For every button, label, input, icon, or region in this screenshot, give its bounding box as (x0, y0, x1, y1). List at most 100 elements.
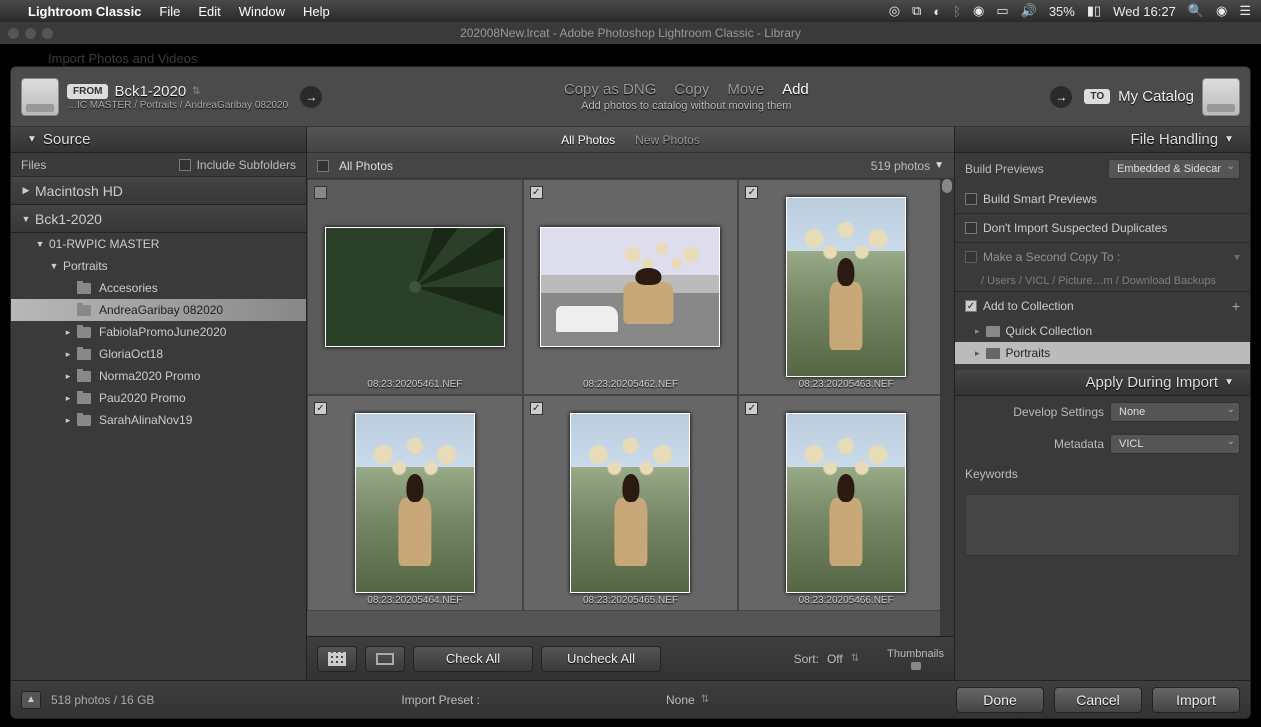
thumbnail-cell[interactable]: ✓08:23:20205466.NEF (738, 395, 954, 611)
display-icon[interactable]: ▭ (996, 3, 1008, 19)
apply-during-import-header[interactable]: Apply During Import ▼ (955, 370, 1250, 396)
tab-move[interactable]: Move (727, 81, 764, 98)
battery-icon[interactable]: ▮▯ (1087, 3, 1101, 19)
thumbnail-image[interactable] (540, 227, 720, 347)
menu-edit[interactable]: Edit (198, 4, 220, 19)
dropbox-icon[interactable]: ⧉ (912, 3, 921, 19)
include-subfolders-label[interactable]: Include Subfolders (197, 158, 296, 172)
thumbnail-checkbox[interactable]: ✓ (530, 402, 543, 415)
thumbnail-image[interactable] (786, 413, 906, 593)
add-collection-label[interactable]: Add to Collection (983, 299, 1074, 313)
bluetooth-icon[interactable]: ᛒ (953, 4, 961, 19)
chevron-updown-icon[interactable]: ⇅ (192, 86, 200, 97)
tab-new-photos[interactable]: New Photos (635, 133, 700, 147)
volume-macintosh-hd[interactable]: ▶ Macintosh HD (11, 177, 306, 205)
thumbnail-cell[interactable]: ✓08:23:20205462.NEF (523, 179, 739, 395)
to-section[interactable]: TO My Catalog (1084, 78, 1240, 116)
sync-icon[interactable]: ◐ (933, 4, 941, 19)
clock[interactable]: Wed 16:27 (1113, 4, 1176, 19)
done-button[interactable]: Done (956, 687, 1044, 713)
catalog-drive-icon (1202, 78, 1240, 116)
vertical-scrollbar[interactable] (940, 179, 954, 636)
folder-accesories[interactable]: Accesories (11, 277, 306, 299)
keywords-input[interactable] (965, 494, 1240, 556)
folder-andreagaribay[interactable]: AndreaGaribay 082020 (11, 299, 306, 321)
tab-copy-dng[interactable]: Copy as DNG (564, 81, 657, 98)
menu-help[interactable]: Help (303, 4, 330, 19)
thumbnail-image[interactable] (325, 227, 505, 347)
thumbnail-cell[interactable]: ✓08:23:20205465.NEF (523, 395, 739, 611)
spotlight-icon[interactable]: 🔍 (1188, 3, 1204, 19)
collection-portraits[interactable]: ▸ Portraits (955, 342, 1250, 364)
triangle-down-icon[interactable]: ▾ (1234, 250, 1240, 264)
thumbnail-image[interactable] (570, 413, 690, 593)
thumbnail-checkbox[interactable]: ✓ (314, 402, 327, 415)
triangle-right-icon: ▸ (975, 348, 980, 359)
menu-file[interactable]: File (159, 4, 180, 19)
collection-quick[interactable]: ▸ Quick Collection (955, 320, 1250, 342)
thumbnail-checkbox[interactable]: ✓ (314, 186, 327, 199)
import-preset-value[interactable]: None (666, 693, 695, 707)
thumbnail-filename: 08:23:20205463.NEF (739, 379, 953, 390)
include-subfolders-checkbox[interactable] (179, 159, 191, 171)
from-volume[interactable]: Bck1-2020 (114, 83, 186, 100)
source-header[interactable]: ▼ Source (11, 127, 306, 153)
uncheck-all-button[interactable]: Uncheck All (541, 646, 661, 672)
folder-norma[interactable]: ▸ Norma2020 Promo (11, 365, 306, 387)
build-smart-label[interactable]: Build Smart Previews (983, 192, 1097, 206)
cc-icon[interactable]: ◎ (889, 3, 900, 19)
thumbnail-image[interactable] (355, 413, 475, 593)
build-smart-checkbox[interactable] (965, 193, 977, 205)
tab-add[interactable]: Add (782, 81, 809, 98)
files-label[interactable]: Files (21, 158, 46, 172)
wifi-icon[interactable]: ◉ (973, 3, 984, 19)
chevron-updown-icon[interactable]: ⇅ (701, 694, 709, 705)
volume-bck1-2020[interactable]: ▼ Bck1-2020 (11, 205, 306, 233)
thumbnail-image[interactable] (786, 197, 906, 377)
folder-pau[interactable]: ▸ Pau2020 Promo (11, 387, 306, 409)
develop-settings-dropdown[interactable]: None (1110, 402, 1240, 422)
skip-duplicates-checkbox[interactable] (965, 222, 977, 234)
select-all-checkbox[interactable] (317, 160, 329, 172)
siri-icon[interactable]: ◉ (1216, 3, 1227, 19)
second-copy-label[interactable]: Make a Second Copy To : (983, 250, 1120, 264)
import-button[interactable]: Import (1152, 687, 1240, 713)
add-collection-checkbox[interactable]: ✓ (965, 300, 977, 312)
expand-button[interactable]: ▲ (21, 691, 41, 709)
folder-sarah[interactable]: ▸ SarahAlinaNov19 (11, 409, 306, 431)
grid-view-button[interactable] (317, 646, 357, 672)
cancel-button[interactable]: Cancel (1054, 687, 1142, 713)
folder-rwpic-master[interactable]: ▼ 01-RWPIC MASTER (11, 233, 306, 255)
sort-value[interactable]: Off (827, 652, 843, 666)
skip-duplicates-label[interactable]: Don't Import Suspected Duplicates (983, 221, 1167, 235)
tab-all-photos[interactable]: All Photos (561, 133, 615, 147)
volume-icon[interactable]: 🔊 (1021, 3, 1037, 19)
plus-icon[interactable]: + (1232, 298, 1240, 314)
metadata-dropdown[interactable]: VICL (1110, 434, 1240, 454)
thumbnail-size-control[interactable]: Thumbnails (887, 648, 944, 670)
triangle-down-icon[interactable]: ▼ (934, 160, 944, 171)
thumbnail-checkbox[interactable]: ✓ (745, 186, 758, 199)
menu-window[interactable]: Window (239, 4, 285, 19)
second-copy-checkbox[interactable] (965, 251, 977, 263)
chevron-updown-icon[interactable]: ⇅ (851, 653, 859, 664)
folder-fabiola[interactable]: ▸ FabiolaPromoJune2020 (11, 321, 306, 343)
thumbnail-cell[interactable]: ✓08:23:20205464.NEF (307, 395, 523, 611)
folder-gloria[interactable]: ▸ GloriaOct18 (11, 343, 306, 365)
thumbnail-cell[interactable]: ✓08:23:20205461.NEF (307, 179, 523, 395)
from-section[interactable]: FROM Bck1-2020 ⇅ …IC MASTER / Portraits … (21, 78, 288, 116)
notification-icon[interactable]: ☰ (1239, 3, 1251, 19)
thumbnail-checkbox[interactable]: ✓ (530, 186, 543, 199)
thumbnail-cell[interactable]: ✓ 08:23:20205463.NEF (738, 179, 954, 395)
file-handling-header[interactable]: File Handling ▼ (955, 127, 1250, 153)
thumbnail-grid-scroll[interactable]: ✓08:23:20205461.NEF✓08:23:20205462.NEF✓0… (307, 179, 954, 636)
folder-portraits[interactable]: ▼ Portraits (11, 255, 306, 277)
app-name[interactable]: Lightroom Classic (28, 4, 141, 19)
thumbnail-checkbox[interactable]: ✓ (745, 402, 758, 415)
slider-thumb-icon[interactable] (911, 662, 921, 670)
window-traffic-lights[interactable] (8, 28, 53, 39)
loupe-view-button[interactable] (365, 646, 405, 672)
tab-copy[interactable]: Copy (674, 81, 709, 98)
check-all-button[interactable]: Check All (413, 646, 533, 672)
build-previews-dropdown[interactable]: Embedded & Sidecar (1108, 159, 1240, 179)
